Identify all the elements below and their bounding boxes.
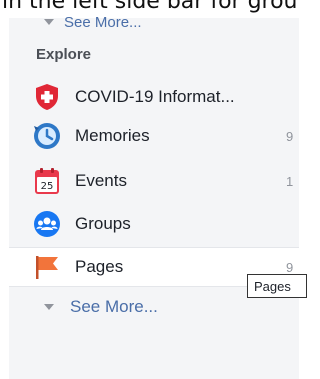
left-sidebar: See More... Explore COVID-19 Informat...… bbox=[9, 14, 299, 379]
sidebar-item-label: COVID-19 Informat... bbox=[75, 87, 235, 106]
memories-clock-icon bbox=[33, 122, 61, 150]
sidebar-item-label: Memories bbox=[75, 126, 150, 145]
covid-shield-icon bbox=[33, 83, 61, 111]
pages-tooltip: Pages bbox=[247, 274, 307, 298]
item-count: 1 bbox=[286, 173, 294, 189]
calendar-icon: 25 bbox=[33, 167, 61, 195]
chevron-down-icon bbox=[44, 304, 54, 310]
item-count: 9 bbox=[286, 128, 294, 144]
sidebar-item-memories[interactable]: Memories 9 bbox=[9, 117, 299, 155]
see-more-top-label: See More... bbox=[64, 13, 142, 31]
chevron-down-icon bbox=[44, 19, 54, 25]
see-more-bottom-label: See More... bbox=[70, 297, 158, 316]
sidebar-item-label: Groups bbox=[75, 214, 131, 233]
see-more-bottom-link[interactable]: See More... bbox=[44, 295, 158, 319]
sidebar-item-groups[interactable]: Groups bbox=[9, 205, 299, 243]
explore-section-title: Explore bbox=[36, 46, 92, 63]
groups-icon bbox=[33, 210, 61, 238]
sidebar-item-covid[interactable]: COVID-19 Informat... bbox=[9, 78, 299, 116]
sidebar-item-label: Pages bbox=[75, 257, 124, 276]
flag-icon bbox=[33, 253, 61, 281]
sidebar-item-label: Events bbox=[75, 171, 127, 190]
item-count: 9 bbox=[286, 259, 294, 275]
see-more-top-link[interactable]: See More... bbox=[44, 12, 142, 32]
calendar-day-number: 25 bbox=[41, 181, 54, 192]
sidebar-item-events[interactable]: 25 Events 1 bbox=[9, 162, 299, 200]
